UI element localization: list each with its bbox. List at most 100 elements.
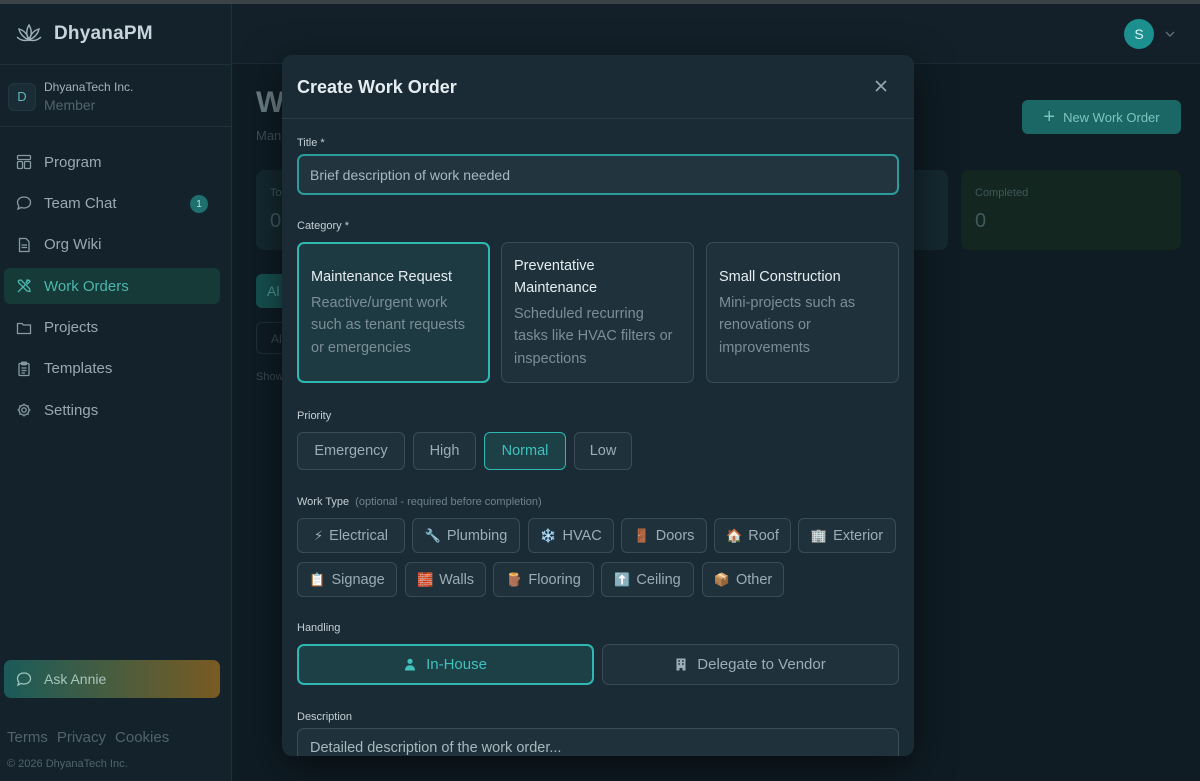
sidebar-item-work-orders[interactable]: Work Orders bbox=[4, 268, 220, 305]
sidebar-item-label: Work Orders bbox=[44, 277, 129, 295]
sidebar-nav: Program Team Chat 1 Org Wiki Work Orders… bbox=[4, 144, 220, 434]
work-type-text: Signage bbox=[331, 571, 385, 588]
handling-option-label: Delegate to Vendor bbox=[697, 656, 826, 673]
priority-normal[interactable]: Normal bbox=[484, 432, 566, 470]
footer-links: Terms Privacy Cookies bbox=[7, 729, 169, 746]
close-icon[interactable] bbox=[872, 77, 890, 95]
unread-badge: 1 bbox=[190, 195, 208, 214]
stat-label: To bbox=[270, 187, 282, 199]
work-type-text: Roof bbox=[748, 527, 779, 544]
work-type-hvac[interactable]: ❄️ HVAC bbox=[528, 518, 614, 553]
work-type-text: Flooring bbox=[528, 571, 581, 588]
title-label: Title * bbox=[297, 137, 325, 149]
category-maintenance-request[interactable]: Maintenance Request Reactive/urgent work… bbox=[297, 242, 490, 383]
sidebar-item-program[interactable]: Program bbox=[4, 144, 220, 180]
modal-title: Create Work Order bbox=[297, 77, 457, 97]
priority-label: Priority bbox=[297, 410, 332, 422]
arrow-up-icon: ⬆️ bbox=[614, 571, 631, 587]
sidebar-item-label: Program bbox=[44, 153, 102, 171]
bricks-icon: 🧱 bbox=[416, 571, 434, 587]
sidebar-item-templates[interactable]: Templates bbox=[4, 351, 220, 387]
priority-low[interactable]: Low bbox=[574, 432, 632, 470]
category-description: Reactive/urgent work such as tenant requ… bbox=[311, 294, 465, 356]
divider bbox=[282, 118, 914, 119]
new-work-order-button[interactable]: + New Work Order bbox=[1022, 100, 1181, 134]
category-name: Preventative Maintenance bbox=[514, 257, 598, 296]
category-name: Maintenance Request bbox=[311, 268, 453, 285]
category-label: Category * bbox=[297, 220, 349, 232]
priority-emergency[interactable]: Emergency bbox=[297, 432, 405, 470]
page-subtitle: Man bbox=[256, 128, 282, 143]
building-icon: 🏢 bbox=[810, 527, 828, 543]
clipboard-icon: 📋 bbox=[309, 571, 326, 587]
sidebar-item-projects[interactable]: Projects bbox=[4, 310, 220, 346]
document-icon bbox=[18, 237, 30, 252]
ask-annie-button[interactable]: Ask Annie bbox=[4, 660, 220, 698]
work-type-label-text: Work Type bbox=[297, 496, 350, 508]
package-icon: 📦 bbox=[713, 571, 730, 587]
cookies-link[interactable]: Cookies bbox=[115, 729, 169, 746]
work-type-text: Electrical bbox=[329, 527, 388, 544]
sidebar-item-settings[interactable]: Settings bbox=[4, 392, 220, 428]
work-type-note: (optional - required before completion) bbox=[355, 496, 542, 508]
work-type-walls[interactable]: 🧱 Walls bbox=[405, 562, 486, 597]
description-input[interactable]: Detailed description of the work order..… bbox=[297, 728, 899, 756]
work-type-flooring[interactable]: 🪵 Flooring bbox=[493, 562, 594, 597]
folder-icon bbox=[16, 322, 32, 334]
category-preventative-maintenance[interactable]: Preventative Maintenance Scheduled recur… bbox=[501, 242, 694, 383]
category-description: Scheduled recurring tasks like HVAC filt… bbox=[514, 305, 673, 367]
work-type-signage[interactable]: 📋 Signage bbox=[297, 562, 397, 597]
sidebar-item-label: Team Chat bbox=[44, 194, 117, 212]
snowflake-icon: ❄️ bbox=[540, 527, 557, 543]
work-type-roof[interactable]: 🏠 Roof bbox=[714, 518, 791, 553]
plus-icon: + bbox=[1043, 106, 1056, 128]
user-avatar[interactable]: S bbox=[1124, 19, 1154, 49]
lotus-logo-icon bbox=[16, 23, 42, 42]
work-type-exterior[interactable]: 🏢 Exterior bbox=[798, 518, 896, 553]
priority-high[interactable]: High bbox=[413, 432, 476, 470]
work-type-text: Plumbing bbox=[446, 527, 508, 544]
lightning-icon: ⚡ bbox=[314, 527, 324, 543]
stat-value: 0 bbox=[270, 210, 282, 232]
work-type-other[interactable]: 📦 Other bbox=[702, 562, 784, 597]
ask-annie-label: Ask Annie bbox=[44, 671, 107, 687]
gear-icon bbox=[17, 403, 31, 417]
sidebar-item-label: Settings bbox=[44, 401, 99, 419]
chevron-down-icon[interactable] bbox=[1164, 28, 1176, 40]
sidebar-item-label: Org Wiki bbox=[44, 236, 102, 254]
category-name: Small Construction bbox=[719, 268, 841, 285]
org-avatar: D bbox=[8, 82, 36, 111]
new-work-order-label: New Work Order bbox=[1063, 109, 1160, 125]
work-type-electrical[interactable]: ⚡ Electrical bbox=[297, 518, 405, 553]
sidebar-item-team-chat[interactable]: Team Chat 1 bbox=[4, 185, 220, 221]
work-type-plumbing[interactable]: 🔧 Plumbing bbox=[412, 518, 520, 553]
clipboard-icon bbox=[18, 361, 30, 377]
brand[interactable]: DhyanaPM bbox=[14, 22, 153, 46]
handling-label: Handling bbox=[297, 622, 341, 634]
description-label: Description bbox=[297, 711, 353, 723]
work-type-text: Exterior bbox=[833, 527, 884, 544]
work-type-ceiling[interactable]: ⬆️ Ceiling bbox=[601, 562, 694, 597]
divider bbox=[0, 64, 232, 65]
person-icon bbox=[405, 658, 416, 671]
wrench-icon: 🔧 bbox=[424, 527, 441, 543]
work-type-text: Other bbox=[735, 571, 773, 588]
page-title: W bbox=[256, 86, 285, 119]
org-switcher[interactable]: D DhyanaTech Inc. Member bbox=[8, 80, 133, 113]
work-type-text: Walls bbox=[439, 571, 475, 588]
category-description: Mini-projects such as renovations or imp… bbox=[719, 294, 856, 356]
sidebar-item-org-wiki[interactable]: Org Wiki bbox=[4, 227, 220, 263]
work-type-label: Work Type (optional - required before com… bbox=[297, 496, 542, 508]
handling-delegate-vendor-button[interactable]: Delegate to Vendor bbox=[602, 644, 899, 685]
handling-in-house-button[interactable]: In-House bbox=[297, 644, 594, 685]
create-work-order-modal: Create Work Order Title * Category * Mai… bbox=[282, 55, 914, 756]
work-type-doors[interactable]: 🚪 Doors bbox=[621, 518, 707, 553]
category-small-construction[interactable]: Small Construction Mini-projects such as… bbox=[706, 242, 899, 383]
title-input[interactable] bbox=[297, 154, 899, 195]
layout-icon bbox=[16, 154, 32, 170]
stat-card-completed: Completed 0 bbox=[961, 170, 1181, 250]
building-icon bbox=[676, 658, 686, 671]
terms-link[interactable]: Terms bbox=[7, 729, 48, 746]
org-role: Member bbox=[44, 97, 96, 113]
privacy-link[interactable]: Privacy bbox=[57, 729, 106, 746]
